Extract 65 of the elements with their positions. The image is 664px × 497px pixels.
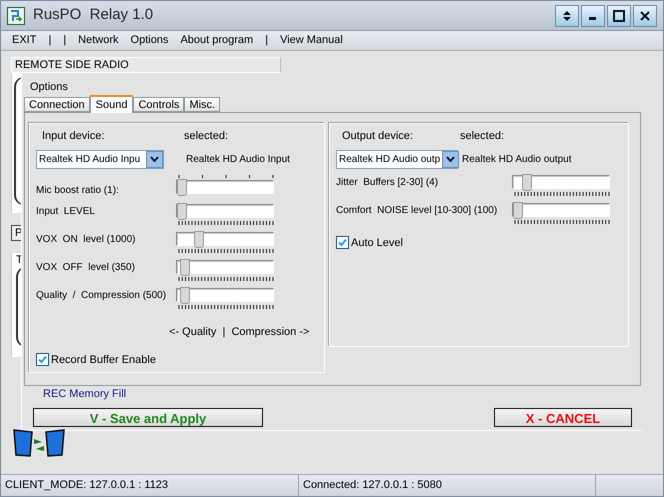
slider[interactable] — [176, 204, 274, 218]
checkbox-label: Record Buffer Enable — [51, 352, 156, 368]
status-panel: Connected: 127.0.0.1 : 5080 — [299, 475, 596, 496]
device-label: Output device: — [341, 129, 414, 144]
up-down-arrows-icon — [561, 10, 573, 22]
menu-item[interactable]: About program — [180, 32, 254, 49]
menu-separator: | — [48, 33, 52, 48]
slider-label: Input LEVEL — [36, 204, 96, 218]
cancel-button[interactable]: X - CANCEL — [494, 408, 632, 427]
selected-device: Realtek HD Audio output — [461, 152, 573, 166]
slider-thumb[interactable] — [522, 174, 532, 190]
slider[interactable] — [176, 288, 274, 302]
menu-separator: | — [265, 33, 268, 48]
menu-item[interactable]: Options — [130, 32, 168, 49]
device-label: Input device: — [41, 129, 106, 144]
slider-thumb[interactable] — [180, 286, 190, 304]
menu-separator: | — [63, 33, 66, 48]
maximize-button[interactable] — [607, 4, 631, 26]
slider-label: VOX OFF level (350) — [36, 260, 136, 274]
slider-thumb[interactable] — [177, 202, 187, 220]
maximize-icon — [613, 10, 625, 22]
slider-label: Mic boost ratio (1): — [36, 184, 120, 198]
slider[interactable] — [176, 260, 274, 274]
tab[interactable]: Sound — [90, 95, 134, 113]
device-dropdown[interactable]: Realtek HD Audio outp — [336, 150, 458, 168]
checkbox-label: Auto Level — [351, 236, 403, 250]
memory-fill-label: REC Memory Fill — [43, 387, 128, 401]
tab[interactable]: Misc. — [184, 97, 220, 112]
panel-header: REMOTE SIDE RADIO — [11, 57, 281, 73]
menu-item[interactable]: Network — [78, 32, 119, 49]
selected-label: selected: — [460, 129, 506, 144]
slider-thumb[interactable] — [513, 202, 523, 218]
menu-item[interactable]: View Manual — [280, 32, 343, 49]
slider-thumb[interactable] — [177, 178, 187, 196]
checkmark-icon — [338, 238, 347, 248]
checkmark-icon — [38, 355, 47, 364]
slider[interactable] — [512, 202, 610, 216]
minimize-icon — [589, 16, 597, 20]
selected-label: selected: — [184, 129, 230, 144]
status-panel: CLIENT_MODE: 127.0.0.1 : 1123 — [1, 475, 299, 496]
selected-device: Realtek HD Audio Input — [185, 152, 291, 166]
app-icon — [7, 6, 25, 24]
slider-thumb[interactable] — [180, 258, 190, 276]
slider-label: Quality / Compression (500) — [36, 288, 168, 302]
connection-icon — [12, 428, 66, 458]
slider[interactable] — [176, 232, 274, 246]
minimize-button[interactable] — [581, 4, 605, 26]
menu-item[interactable]: EXIT — [12, 32, 36, 49]
device-dropdown[interactable]: Realtek HD Audio Inpu — [36, 150, 164, 168]
slider-label: Comfort NOISE level [10-300] (100) — [336, 204, 498, 218]
slider-thumb[interactable] — [194, 230, 204, 248]
tab[interactable]: Controls — [133, 97, 184, 112]
slider[interactable] — [176, 180, 274, 194]
slider-label: Jitter Buffers [2-30] (4) — [336, 176, 440, 190]
close-icon — [639, 10, 651, 22]
close-button[interactable] — [633, 4, 657, 26]
checkbox[interactable] — [36, 353, 49, 366]
resize-button[interactable] — [555, 4, 579, 26]
tab[interactable]: Connection — [24, 97, 90, 112]
dialog-title: Options — [30, 81, 69, 94]
checkbox[interactable] — [336, 236, 349, 250]
slider-caption: <- Quality | Compression -> — [169, 324, 310, 340]
slider-label: VOX ON level (1000) — [36, 232, 136, 246]
window-title: RusPO Relay 1.0 — [33, 5, 154, 26]
slider[interactable] — [512, 174, 610, 188]
